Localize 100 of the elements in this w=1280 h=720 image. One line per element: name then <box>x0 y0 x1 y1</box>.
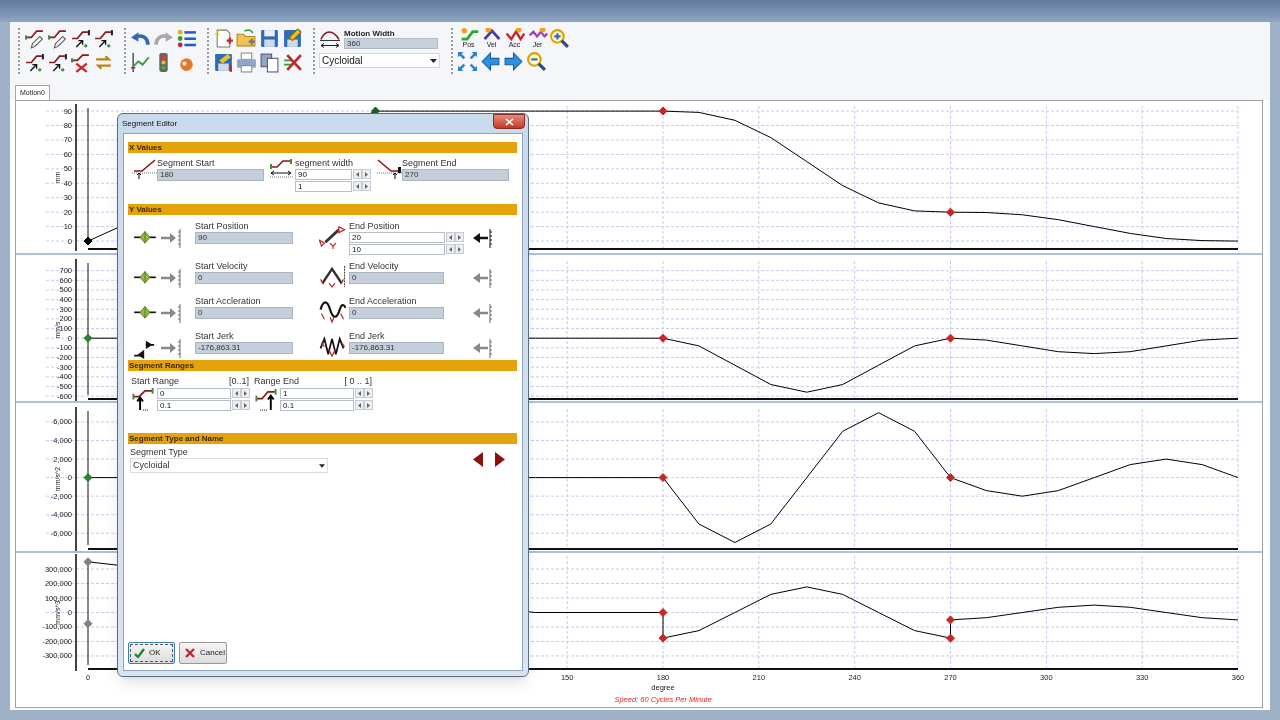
cancel-button[interactable]: Cancel <box>179 642 227 664</box>
point-marker[interactable] <box>658 608 668 617</box>
number-field[interactable]: 0 <box>157 388 231 399</box>
readonly-field: 180 <box>157 169 264 181</box>
save-list-icon[interactable] <box>213 52 234 73</box>
zigzag-curve-icon <box>319 335 347 359</box>
number-field[interactable]: 1 <box>280 388 354 399</box>
spin-down-button[interactable] <box>353 181 362 191</box>
curve-arrow-icon[interactable] <box>24 52 45 73</box>
field-label: Start Jerk <box>195 331 235 342</box>
profile-dropdown[interactable]: Cycloidal <box>319 53 440 68</box>
readonly-field: 0 <box>195 307 293 319</box>
spin-down-button[interactable] <box>355 388 364 398</box>
print-icon[interactable] <box>236 52 257 73</box>
curve-pencil-icon[interactable] <box>47 28 68 49</box>
point-marker[interactable] <box>946 473 955 483</box>
spin-up-button[interactable] <box>241 400 250 410</box>
point-marker[interactable] <box>658 333 668 343</box>
left-arrow-icon[interactable] <box>480 51 501 72</box>
arrow-ruler-icon <box>160 228 184 250</box>
copy-icon[interactable] <box>259 52 280 73</box>
spin-down-button[interactable] <box>232 400 241 410</box>
point-marker[interactable] <box>83 557 93 567</box>
curve-arrow-icon[interactable] <box>47 52 68 73</box>
readonly-field: 270 <box>402 169 509 181</box>
spin-up-button[interactable] <box>455 244 464 254</box>
field-label: Start Accleration <box>195 296 262 307</box>
step-width-icon <box>269 158 296 180</box>
line-chart-icon[interactable] <box>130 52 151 73</box>
curve-arrow-icon[interactable] <box>93 28 114 49</box>
spin-down-button[interactable] <box>446 232 455 242</box>
segment-type-dropdown[interactable]: Cycloidal <box>130 458 328 473</box>
point-marker[interactable] <box>946 615 955 625</box>
point-marker[interactable] <box>946 207 955 217</box>
field-label: Range End <box>254 376 300 387</box>
number-field[interactable]: 90 <box>295 169 352 180</box>
curve-delete-icon[interactable] <box>70 52 91 73</box>
wave-curve-icon <box>527 28 548 41</box>
readonly-field: 0 <box>349 272 444 284</box>
fit-arrows-icon[interactable] <box>457 51 478 72</box>
arrow-ruler-icon <box>160 268 184 290</box>
range-start-icon <box>131 387 155 411</box>
point-marker[interactable] <box>658 633 668 643</box>
curve-pencil-icon[interactable] <box>24 28 45 49</box>
spin-down-button[interactable] <box>232 388 241 398</box>
spin-down-button[interactable] <box>353 169 362 179</box>
point-marker[interactable] <box>83 333 93 343</box>
spin-up-button[interactable] <box>364 400 373 410</box>
previous-arrow-icon[interactable] <box>473 452 483 467</box>
step-field[interactable]: 10 <box>349 244 445 255</box>
right-arrow-icon[interactable] <box>503 51 524 72</box>
spin-up-button[interactable] <box>455 232 464 242</box>
save-icon[interactable] <box>259 28 280 49</box>
field-label: Segment Start <box>157 158 216 169</box>
width-curve-icon[interactable] <box>319 28 341 49</box>
field-label: End Jerk <box>349 331 386 342</box>
open-folder-icon[interactable] <box>236 28 257 49</box>
spin-up-button[interactable] <box>362 169 371 179</box>
motion-width-field[interactable]: 360 <box>344 38 438 49</box>
caret-icon <box>430 58 437 63</box>
point-marker[interactable] <box>83 236 93 246</box>
arrow-ruler-icon <box>160 303 184 325</box>
range-hint: [ 0 .. 1] <box>344 376 372 387</box>
section-header: Segment Ranges <box>128 360 517 371</box>
zoom-out-icon[interactable] <box>526 51 547 72</box>
list-icon[interactable] <box>176 28 197 49</box>
ok-button[interactable]: OK <box>128 642 175 664</box>
point-marker[interactable] <box>946 333 955 343</box>
dialog-title: Segment Editor <box>122 117 178 130</box>
section-header: Y Values <box>128 204 517 215</box>
section-header: X Values <box>128 142 517 153</box>
field-label: Motion Width <box>344 29 396 38</box>
curve-arrow-icon[interactable] <box>70 28 91 49</box>
spin-up-button[interactable] <box>241 388 250 398</box>
zoom-in-icon[interactable] <box>549 28 570 49</box>
step-field[interactable]: 1 <box>295 181 352 192</box>
field-label: End Acceleration <box>349 296 418 307</box>
delete-icon[interactable] <box>282 52 303 73</box>
spin-down-button[interactable] <box>355 400 364 410</box>
number-field[interactable]: 20 <box>349 232 445 243</box>
field-label: End Velocity <box>349 261 400 272</box>
spin-up-button[interactable] <box>362 181 371 191</box>
ramp-down-icon <box>376 158 403 180</box>
step-field[interactable]: 0.1 <box>157 400 231 411</box>
step-field[interactable]: 0.1 <box>280 400 354 411</box>
point-marker[interactable] <box>371 106 380 116</box>
close-icon <box>185 648 196 658</box>
ramp-up-icon <box>131 158 158 180</box>
point-marker[interactable] <box>658 473 668 483</box>
next-arrow-icon[interactable] <box>495 452 505 467</box>
spin-up-button[interactable] <box>364 388 373 398</box>
point-marker[interactable] <box>83 473 93 483</box>
point-marker[interactable] <box>658 106 668 116</box>
spin-down-button[interactable] <box>446 244 455 254</box>
point-marker[interactable] <box>83 619 93 629</box>
close-button[interactable] <box>493 114 525 129</box>
point-marker[interactable] <box>946 633 955 643</box>
new-file-icon[interactable] <box>213 28 234 49</box>
save-edit-icon[interactable] <box>282 28 303 49</box>
wave-curve-icon <box>319 300 347 324</box>
